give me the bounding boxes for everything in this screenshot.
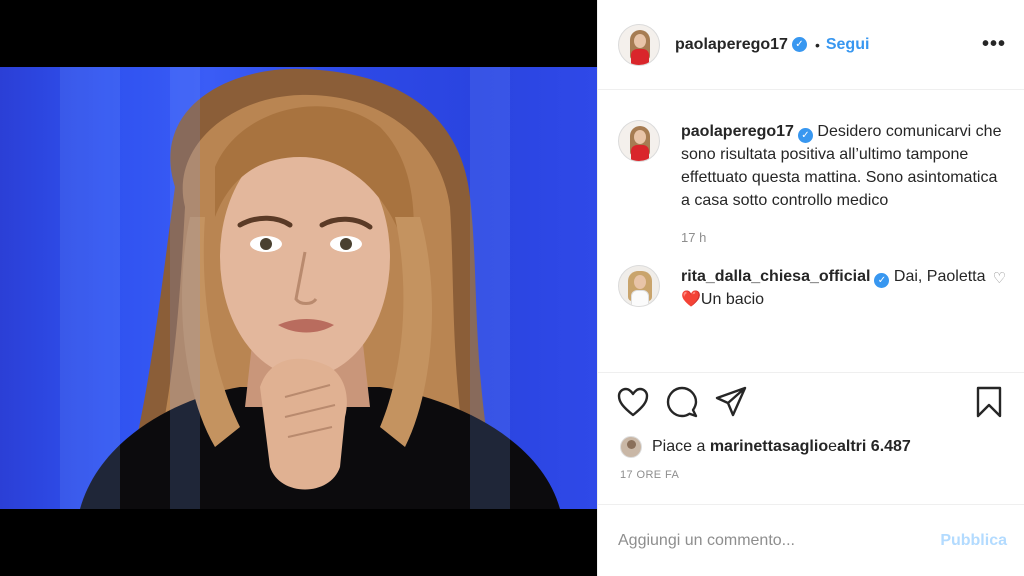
separator-dot: • — [814, 36, 820, 53]
clipped-comment-line — [682, 366, 932, 372]
post-header: paolaperego17 ✓ • Segui ••• — [598, 0, 1024, 90]
save-bookmark-icon[interactable] — [972, 385, 1006, 419]
verified-icon: ✓ — [791, 37, 807, 52]
comment-text: Dai, Paoletta — [893, 268, 986, 285]
background-light — [470, 67, 510, 509]
more-options-icon[interactable]: ••• — [982, 33, 1006, 56]
comment-icon[interactable] — [665, 385, 699, 419]
comment-item: rita_dalla_chiesa_official ✓ Dai, Paolett… — [618, 265, 1024, 311]
red-heart-icon: ❤️ — [681, 291, 701, 308]
share-icon[interactable] — [714, 385, 748, 419]
liker-avatar[interactable] — [620, 436, 642, 458]
likes-count[interactable]: altri 6.487 — [837, 438, 911, 456]
liker-username[interactable]: marinettasaglio — [710, 438, 828, 456]
post-sidebar: paolaperego17 ✓ • Segui ••• paolaperego1… — [597, 0, 1024, 576]
post-media — [0, 0, 597, 576]
verified-icon: ✓ — [797, 128, 813, 143]
post-caption: paolaperego17 ✓ Desidero comunicarvi che … — [618, 120, 1024, 249]
post-photo[interactable] — [0, 67, 597, 509]
like-comment-icon[interactable]: ♡ — [993, 269, 1006, 287]
author-avatar[interactable] — [618, 120, 660, 162]
background-light — [60, 67, 120, 509]
comment-input[interactable] — [618, 531, 941, 550]
comment-text-end: Un bacio — [700, 291, 765, 308]
caption-username[interactable]: paolaperego17 — [681, 123, 794, 140]
add-comment-bar: Pubblica — [598, 504, 1024, 576]
likes-middle: e — [828, 438, 837, 455]
like-icon[interactable] — [616, 385, 650, 419]
author-username[interactable]: paolaperego17 — [675, 36, 788, 54]
likes-summary: Piace a marinettasaglio e altri 6.487 — [598, 431, 1024, 463]
author-avatar[interactable] — [618, 23, 660, 66]
publish-button[interactable]: Pubblica — [940, 532, 1007, 550]
background-light — [170, 67, 200, 509]
action-bar — [598, 373, 1024, 431]
likes-prefix: Piace a — [652, 438, 706, 455]
post-timestamp[interactable]: 17 ORE FA — [598, 469, 1024, 499]
comment-username[interactable]: rita_dalla_chiesa_official — [681, 268, 870, 285]
comments-section[interactable]: paolaperego17 ✓ Desidero comunicarvi che … — [598, 90, 1024, 373]
caption-timestamp[interactable]: 17 h — [681, 226, 1006, 249]
follow-button[interactable]: Segui — [826, 36, 870, 54]
verified-icon: ✓ — [874, 273, 890, 288]
commenter-avatar[interactable] — [618, 265, 660, 307]
